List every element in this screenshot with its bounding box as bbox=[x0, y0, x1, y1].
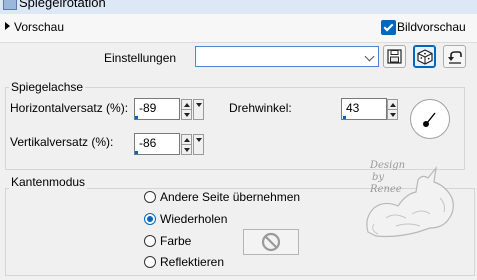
live-preview-label[interactable]: Bildvorschau bbox=[397, 20, 466, 34]
radio-andere-seite[interactable] bbox=[144, 191, 156, 203]
watermark-unicorn-image: Design by Renee bbox=[356, 158, 466, 240]
radio-wiederholen[interactable] bbox=[144, 213, 156, 225]
radio-farbe[interactable] bbox=[144, 235, 156, 247]
dice-icon bbox=[416, 48, 433, 65]
horizontal-offset-slider-mark bbox=[135, 116, 138, 119]
mirror-axis-title: Spiegelachse bbox=[9, 80, 86, 94]
watermark-line-1: Design bbox=[370, 160, 406, 171]
save-preset-button[interactable] bbox=[383, 45, 406, 68]
no-color-icon bbox=[261, 232, 281, 252]
app-icon bbox=[3, 0, 17, 10]
radio-andere-seite-label[interactable]: Andere Seite übernehmen bbox=[160, 190, 300, 204]
watermark-line-3: Renee bbox=[370, 184, 402, 195]
radio-reflektieren-label[interactable]: Reflektieren bbox=[160, 255, 224, 269]
vertical-offset-slider-mark bbox=[135, 151, 138, 154]
window-title: Spiegelrotation bbox=[19, 0, 106, 10]
horizontal-offset-label: Horizontalversatz (%): bbox=[10, 101, 129, 115]
rotation-angle-input[interactable]: 43 bbox=[341, 98, 387, 120]
watermark-line-2: by bbox=[372, 172, 385, 183]
dial-needle-icon bbox=[423, 112, 436, 127]
horizontal-offset-decrement[interactable] bbox=[181, 109, 192, 120]
preset-dropdown[interactable] bbox=[195, 46, 379, 67]
reset-arrow-icon bbox=[447, 50, 462, 64]
radio-reflektieren[interactable] bbox=[144, 256, 156, 268]
angle-dial[interactable] bbox=[410, 99, 450, 139]
vertical-offset-label: Vertikalversatz (%): bbox=[10, 135, 114, 149]
radio-wiederholen-label[interactable]: Wiederholen bbox=[160, 212, 227, 226]
title-bar: Spiegelrotation bbox=[0, 0, 477, 14]
reset-button[interactable] bbox=[443, 45, 466, 68]
horizontal-offset-dropdown[interactable] bbox=[193, 99, 204, 120]
vertical-offset-dropdown[interactable] bbox=[193, 134, 204, 155]
rotation-angle-decrement[interactable] bbox=[387, 109, 398, 120]
rotation-angle-slider-mark bbox=[343, 116, 346, 119]
vertical-offset-input[interactable]: -86 bbox=[134, 133, 180, 155]
preview-toggle-label[interactable]: Vorschau bbox=[14, 20, 64, 34]
rotation-angle-label: Drehwinkel: bbox=[229, 101, 292, 115]
randomize-button[interactable] bbox=[413, 45, 436, 68]
edge-mode-title: Kantenmodus bbox=[9, 175, 88, 189]
horizontal-offset-input[interactable]: -89 bbox=[134, 98, 180, 120]
edge-color-swatch[interactable] bbox=[243, 229, 299, 255]
live-preview-checkbox[interactable] bbox=[381, 20, 396, 35]
settings-label: Einstellungen bbox=[104, 51, 177, 65]
floppy-disk-icon bbox=[387, 49, 402, 64]
radio-farbe-label[interactable]: Farbe bbox=[160, 234, 191, 248]
expand-preview-icon[interactable] bbox=[5, 22, 10, 30]
vertical-offset-decrement[interactable] bbox=[181, 144, 192, 155]
